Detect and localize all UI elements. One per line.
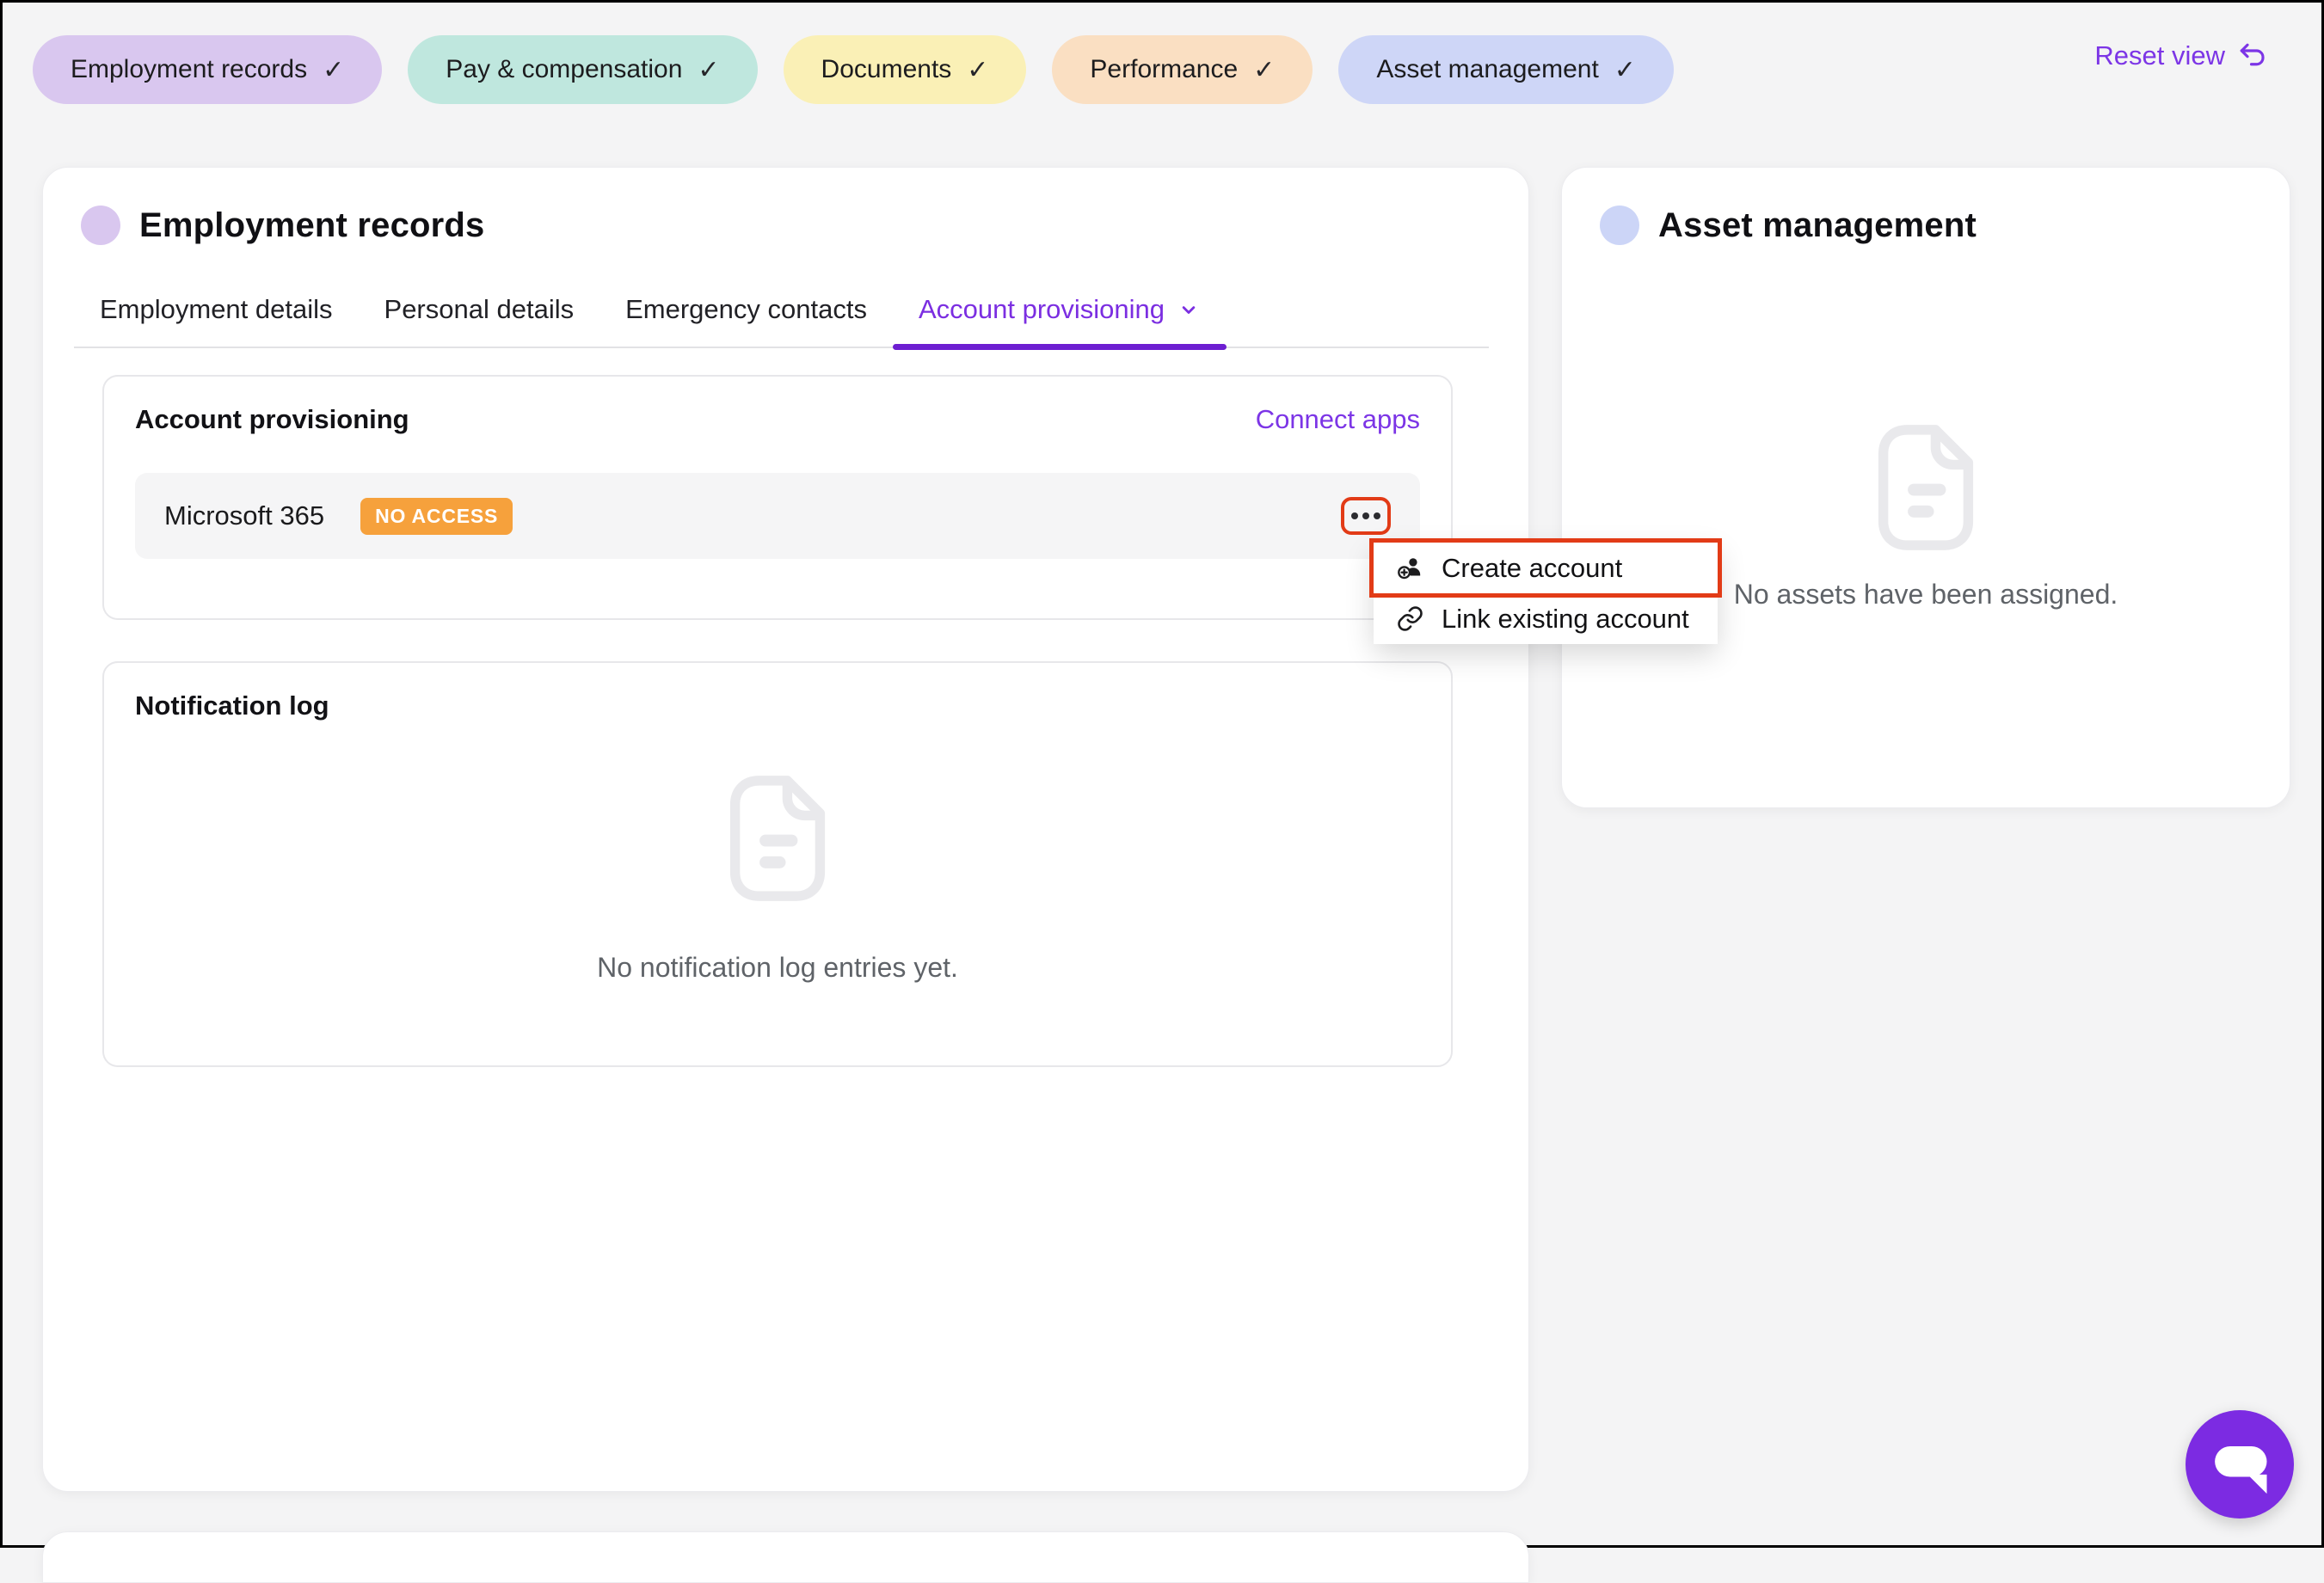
section-color-dot [81,206,120,245]
tab-label: Emergency contacts [625,293,867,326]
check-icon: ✓ [1614,55,1636,85]
pill-documents[interactable]: Documents ✓ [784,35,1027,104]
tab-emergency-contacts[interactable]: Emergency contacts [599,293,893,347]
check-icon: ✓ [967,55,988,85]
pill-pay-compensation[interactable]: Pay & compensation ✓ [408,35,757,104]
connect-apps-link[interactable]: Connect apps [1256,404,1420,435]
check-icon: ✓ [698,55,719,85]
asset-management-header: Asset management [1600,206,1977,245]
page-title: Employment records [139,206,485,245]
link-icon [1396,604,1424,633]
employment-records-card: Employment records Employment details Pe… [42,167,1529,1492]
chat-launcher-button[interactable] [2186,1410,2294,1519]
pill-employment-records[interactable]: Employment records ✓ [33,35,382,104]
panel-head: Notification log [104,663,1451,721]
asset-management-card: Asset management No assets have been ass… [1561,167,2290,808]
menu-item-create-account[interactable]: Create account [1374,543,1718,593]
document-icon [1873,422,1978,557]
kebab-dropdown-menu: Create account Link existing account [1374,543,1718,644]
document-icon [725,773,830,908]
status-badge: NO ACCESS [360,498,513,535]
empty-state-text: No notification log entries yet. [104,952,1451,984]
chat-bubble-icon [2186,1410,2294,1519]
menu-item-label: Create account [1442,553,1622,584]
ellipsis-icon[interactable] [1341,497,1391,535]
panel-title: Notification log [135,690,329,721]
tab-account-provisioning[interactable]: Account provisioning [893,293,1227,347]
undo-icon [2237,40,2268,71]
pill-label: Asset management [1376,55,1598,84]
account-provisioning-panel: Account provisioning Connect apps Micros… [102,375,1453,620]
menu-item-label: Link existing account [1442,604,1689,635]
app-name: Microsoft 365 [164,500,324,531]
tab-label: Employment details [100,293,333,326]
tab-label: Personal details [384,293,575,326]
tab-label: Account provisioning [919,293,1165,326]
tab-employment-details[interactable]: Employment details [74,293,359,347]
pill-label: Employment records [71,55,307,84]
reset-view-label: Reset view [2094,40,2225,71]
user-plus-icon [1396,554,1424,582]
pill-label: Performance [1090,55,1238,84]
pill-label: Pay & compensation [446,55,682,84]
pill-label: Documents [821,55,952,84]
page: { "page": { "background": "#f4f4f5", "ac… [0,0,2324,1548]
notification-log-panel: Notification log No notification log ent… [102,661,1453,1067]
pill-performance[interactable]: Performance ✓ [1052,35,1313,104]
check-icon: ✓ [1253,55,1275,85]
employment-tabs: Employment details Personal details Emer… [74,293,1489,348]
employment-records-header: Employment records [81,206,485,245]
section-color-dot [1600,206,1639,245]
next-section-card-peek [42,1531,1529,1583]
panel-title: Account provisioning [135,404,409,435]
pill-asset-management[interactable]: Asset management ✓ [1338,35,1674,104]
completed-sections-bar: Employment records ✓ Pay & compensation … [33,35,1674,104]
card-title: Asset management [1658,206,1977,245]
menu-item-link-existing-account[interactable]: Link existing account [1374,593,1718,644]
app-row-microsoft-365: Microsoft 365 NO ACCESS [135,473,1420,559]
reset-view-button[interactable]: Reset view [2094,40,2268,71]
tab-personal-details[interactable]: Personal details [359,293,600,347]
chevron-down-icon [1177,298,1201,322]
panel-head: Account provisioning Connect apps [104,377,1451,435]
check-icon: ✓ [323,55,344,85]
